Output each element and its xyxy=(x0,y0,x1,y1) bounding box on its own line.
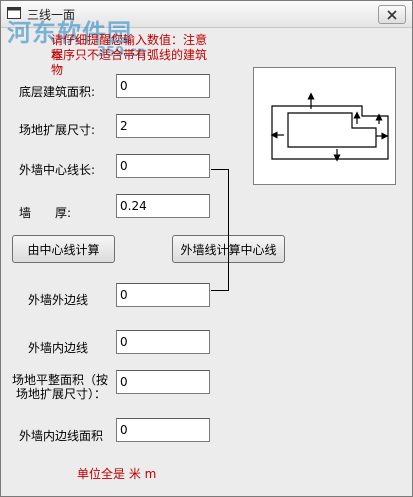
inner-line-input[interactable] xyxy=(116,330,210,354)
base-area-input[interactable] xyxy=(116,74,210,98)
building-outline-drawing xyxy=(270,92,389,162)
inner-line-label: 外墙内边线 xyxy=(28,341,89,355)
site-leveling-input[interactable] xyxy=(116,370,210,394)
outer-wall-outline xyxy=(271,105,389,160)
inner-wall-outline xyxy=(287,112,377,148)
building-outline-diagram xyxy=(253,67,396,185)
inner-area-label: 外墙内边线面积 xyxy=(19,429,104,443)
base-area-label: 底层建筑面积: xyxy=(19,85,96,99)
centerline-label: 外墙中心线长: xyxy=(19,163,96,177)
site-extend-input[interactable] xyxy=(116,114,210,138)
wall-thickness-label: 墙 厚: xyxy=(19,206,72,220)
site-leveling-label-line-2: 场地扩展尺寸）： xyxy=(16,387,107,401)
centerline-input[interactable] xyxy=(116,154,210,178)
inner-area-input[interactable] xyxy=(116,418,210,442)
close-icon xyxy=(387,9,397,20)
site-extend-label: 场地扩展尺寸: xyxy=(19,123,96,137)
close-button[interactable] xyxy=(378,5,406,24)
wall-thickness-input[interactable] xyxy=(116,194,210,218)
connector-line-vertical xyxy=(228,169,229,291)
outer-line-input[interactable] xyxy=(116,283,210,307)
app-window: 三线一面 河东软件园 359.cn 请仔细提醒您输入数值：注意本 程序只不适合带… xyxy=(0,0,413,497)
outer-line-label: 外墙外边线 xyxy=(28,293,89,307)
unit-note: 单位全是 米 m xyxy=(77,467,157,481)
connector-line-bottom xyxy=(211,290,229,291)
calc-from-centerline-button[interactable]: 由中心线计算 xyxy=(12,235,115,263)
connector-line-top xyxy=(211,169,228,170)
